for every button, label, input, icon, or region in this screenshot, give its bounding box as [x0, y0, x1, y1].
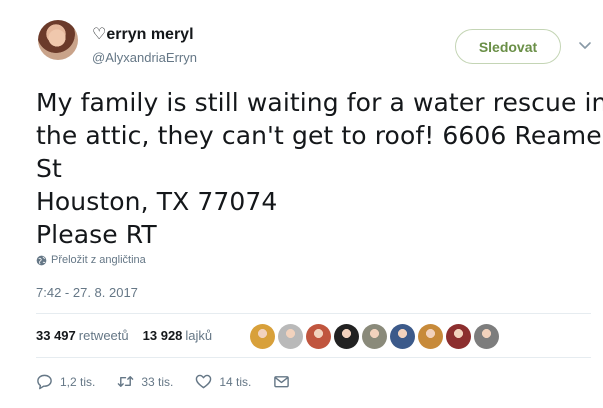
divider [36, 313, 591, 314]
liker-avatar-2[interactable] [278, 324, 303, 349]
tweet-text: My family is still waiting for a water r… [36, 86, 603, 251]
retweet-icon [118, 376, 134, 387]
liker-avatars [250, 324, 499, 349]
user-handle[interactable]: @AlyxandriaErryn [92, 50, 197, 65]
avatar[interactable] [38, 20, 78, 60]
divider [36, 357, 591, 358]
follow-button[interactable]: Sledovat [455, 29, 561, 64]
retweets-count[interactable]: 33 497 [36, 328, 76, 343]
translate-label[interactable]: Přeložit z angličtina [51, 254, 146, 266]
reply-button[interactable]: 1,2 tis. [36, 373, 95, 390]
timestamp[interactable]: 7:42 - 27. 8. 2017 [36, 285, 138, 300]
liker-avatar-1[interactable] [250, 324, 275, 349]
liker-avatar-8[interactable] [446, 324, 471, 349]
tweet-line: Please RT [36, 220, 157, 249]
tweet-line: Houston, TX 77074 [36, 187, 278, 216]
translate-link[interactable]: Přeložit z angličtina [36, 254, 146, 266]
liker-avatar-4[interactable] [334, 324, 359, 349]
tweet-line: St [36, 154, 62, 183]
like-count: 14 tis. [219, 374, 252, 389]
display-name[interactable]: ♡erryn meryl [92, 24, 194, 44]
retweet-button[interactable]: 33 tis. [117, 373, 173, 390]
retweets-label[interactable]: retweetů [79, 328, 129, 343]
liker-avatar-7[interactable] [418, 324, 443, 349]
liker-avatar-3[interactable] [306, 324, 331, 349]
liker-avatar-9[interactable] [474, 324, 499, 349]
liker-avatar-6[interactable] [390, 324, 415, 349]
globe-icon [36, 255, 47, 265]
envelope-icon [274, 376, 290, 388]
tweet-stats: 33 497 retweetů 13 928 lajků [36, 328, 226, 343]
reply-count: 1,2 tis. [60, 374, 96, 389]
likes-count[interactable]: 13 928 [143, 328, 183, 343]
chevron-down-icon[interactable] [578, 38, 592, 52]
likes-label[interactable]: lajků [185, 328, 212, 343]
reply-icon [37, 374, 52, 390]
retweet-count: 33 tis. [141, 374, 174, 389]
liker-avatar-5[interactable] [362, 324, 387, 349]
tweet-line: the attic, they can't get to roof! 6606 … [36, 121, 603, 150]
like-button[interactable]: 14 tis. [195, 373, 251, 390]
action-bar: 1,2 tis. 33 tis. 14 tis. [36, 373, 312, 390]
direct-message-button[interactable] [273, 373, 290, 390]
tweet-line: My family is still waiting for a water r… [36, 88, 603, 117]
heart-icon [196, 374, 212, 389]
